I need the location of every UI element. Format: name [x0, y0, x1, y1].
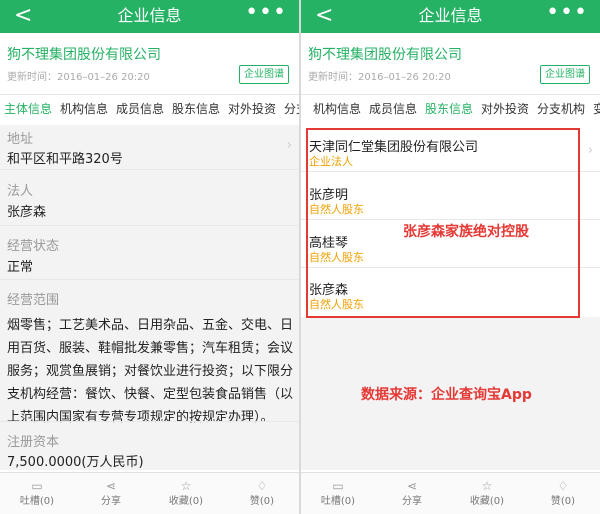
- tab-members[interactable]: 成员信息: [369, 95, 417, 125]
- thumbs-up-icon: ♢: [256, 479, 268, 493]
- company-map-button[interactable]: 企业图谱: [239, 65, 289, 84]
- favorite-label: 收藏(0): [168, 496, 204, 507]
- nav-bar: < 企业信息 •••: [0, 0, 299, 33]
- address-label: 地址: [7, 132, 34, 147]
- tab-org-info[interactable]: 机构信息: [60, 95, 108, 125]
- like-label: 赞(0): [249, 496, 275, 507]
- more-icon[interactable]: •••: [245, 1, 287, 25]
- share-button[interactable]: ⋖ 分享: [81, 478, 141, 510]
- tab-main-info[interactable]: 主体信息: [4, 95, 52, 125]
- like-button[interactable]: ♢ 赞(0): [533, 478, 593, 510]
- tab-shareholders[interactable]: 股东信息: [425, 95, 473, 125]
- divider: [0, 225, 299, 226]
- comment-label: 吐槽(0): [19, 496, 55, 507]
- left-screen: < 企业信息 ••• 狗不理集团股份有限公司 更新时间：2016–01–26 2…: [0, 0, 299, 514]
- share-label: 分享: [101, 496, 121, 507]
- company-name: 狗不理集团股份有限公司: [308, 47, 462, 63]
- tab-bar: 主体信息 机构信息 成员信息 股东信息 对外投资 分支: [0, 94, 299, 126]
- chevron-right-icon: ›: [286, 138, 292, 153]
- legal-person-label: 法人: [7, 184, 34, 199]
- bottom-toolbar: ▭ 吐槽(0) ⋖ 分享 ☆ 收藏(0) ♢ 赞(0): [0, 472, 299, 514]
- business-scope-label: 经营范围: [7, 293, 60, 308]
- tab-changes[interactable]: 变: [593, 95, 600, 125]
- share-button[interactable]: ⋖ 分享: [382, 478, 442, 510]
- like-label: 赞(0): [550, 496, 576, 507]
- annotation-data-source: 数据来源：企业查询宝App: [361, 387, 532, 403]
- comment-icon: ▭: [31, 479, 43, 493]
- tab-bar: 机构信息 成员信息 股东信息 对外投资 分支机构 变: [301, 94, 600, 126]
- tab-branches[interactable]: 分支机构: [537, 95, 585, 125]
- address-value[interactable]: 和平区和平路320号: [7, 148, 123, 167]
- favorite-button[interactable]: ☆ 收藏(0): [156, 478, 216, 510]
- chevron-right-icon: ›: [587, 143, 593, 158]
- tab-branches[interactable]: 分支: [284, 95, 299, 125]
- share-icon: ⋖: [406, 479, 418, 493]
- business-scope-value: 烟零售；工艺美术品、日用杂品、五金、交电、日用百货、服装、鞋帽批发兼零售；汽车租…: [7, 318, 294, 425]
- comment-button[interactable]: ▭ 吐槽(0): [7, 478, 67, 510]
- divider: [0, 169, 299, 170]
- favorite-button[interactable]: ☆ 收藏(0): [457, 478, 517, 510]
- company-map-button[interactable]: 企业图谱: [540, 65, 590, 84]
- comment-label: 吐槽(0): [320, 496, 356, 507]
- update-time: 更新时间：2016–01–26 20:20: [7, 72, 150, 83]
- share-icon: ⋖: [105, 479, 117, 493]
- thumbs-up-icon: ♢: [557, 479, 569, 493]
- star-icon: ☆: [180, 479, 192, 493]
- divider: [0, 421, 299, 422]
- tab-investments[interactable]: 对外投资: [481, 95, 529, 125]
- business-status-value: 正常: [7, 260, 34, 275]
- tab-members[interactable]: 成员信息: [116, 95, 164, 125]
- more-icon[interactable]: •••: [546, 1, 588, 25]
- tab-shareholders[interactable]: 股东信息: [172, 95, 220, 125]
- legal-person-value: 张彦森: [7, 205, 47, 220]
- comment-icon: ▭: [332, 479, 344, 493]
- registered-capital-value: 7,500.0000(万人民币): [7, 455, 144, 470]
- annotation-family-control: 张彦森家族绝对控股: [403, 224, 529, 240]
- update-time: 更新时间：2016–01–26 20:20: [308, 72, 451, 83]
- divider: [0, 279, 299, 280]
- star-icon: ☆: [481, 479, 493, 493]
- comment-button[interactable]: ▭ 吐槽(0): [308, 478, 368, 510]
- like-button[interactable]: ♢ 赞(0): [232, 478, 292, 510]
- nav-bar: < 企业信息 •••: [301, 0, 600, 33]
- right-screen: < 企业信息 ••• 狗不理集团股份有限公司 更新时间：2016–01–26 2…: [301, 0, 600, 514]
- share-label: 分享: [402, 496, 422, 507]
- company-name: 狗不理集团股份有限公司: [7, 47, 161, 63]
- bottom-toolbar: ▭ 吐槽(0) ⋖ 分享 ☆ 收藏(0) ♢ 赞(0): [301, 472, 600, 514]
- tab-org-info[interactable]: 机构信息: [313, 95, 361, 125]
- favorite-label: 收藏(0): [469, 496, 505, 507]
- tab-investments[interactable]: 对外投资: [228, 95, 276, 125]
- registered-capital-label: 注册资本: [7, 435, 60, 450]
- business-status-label: 经营状态: [7, 239, 60, 254]
